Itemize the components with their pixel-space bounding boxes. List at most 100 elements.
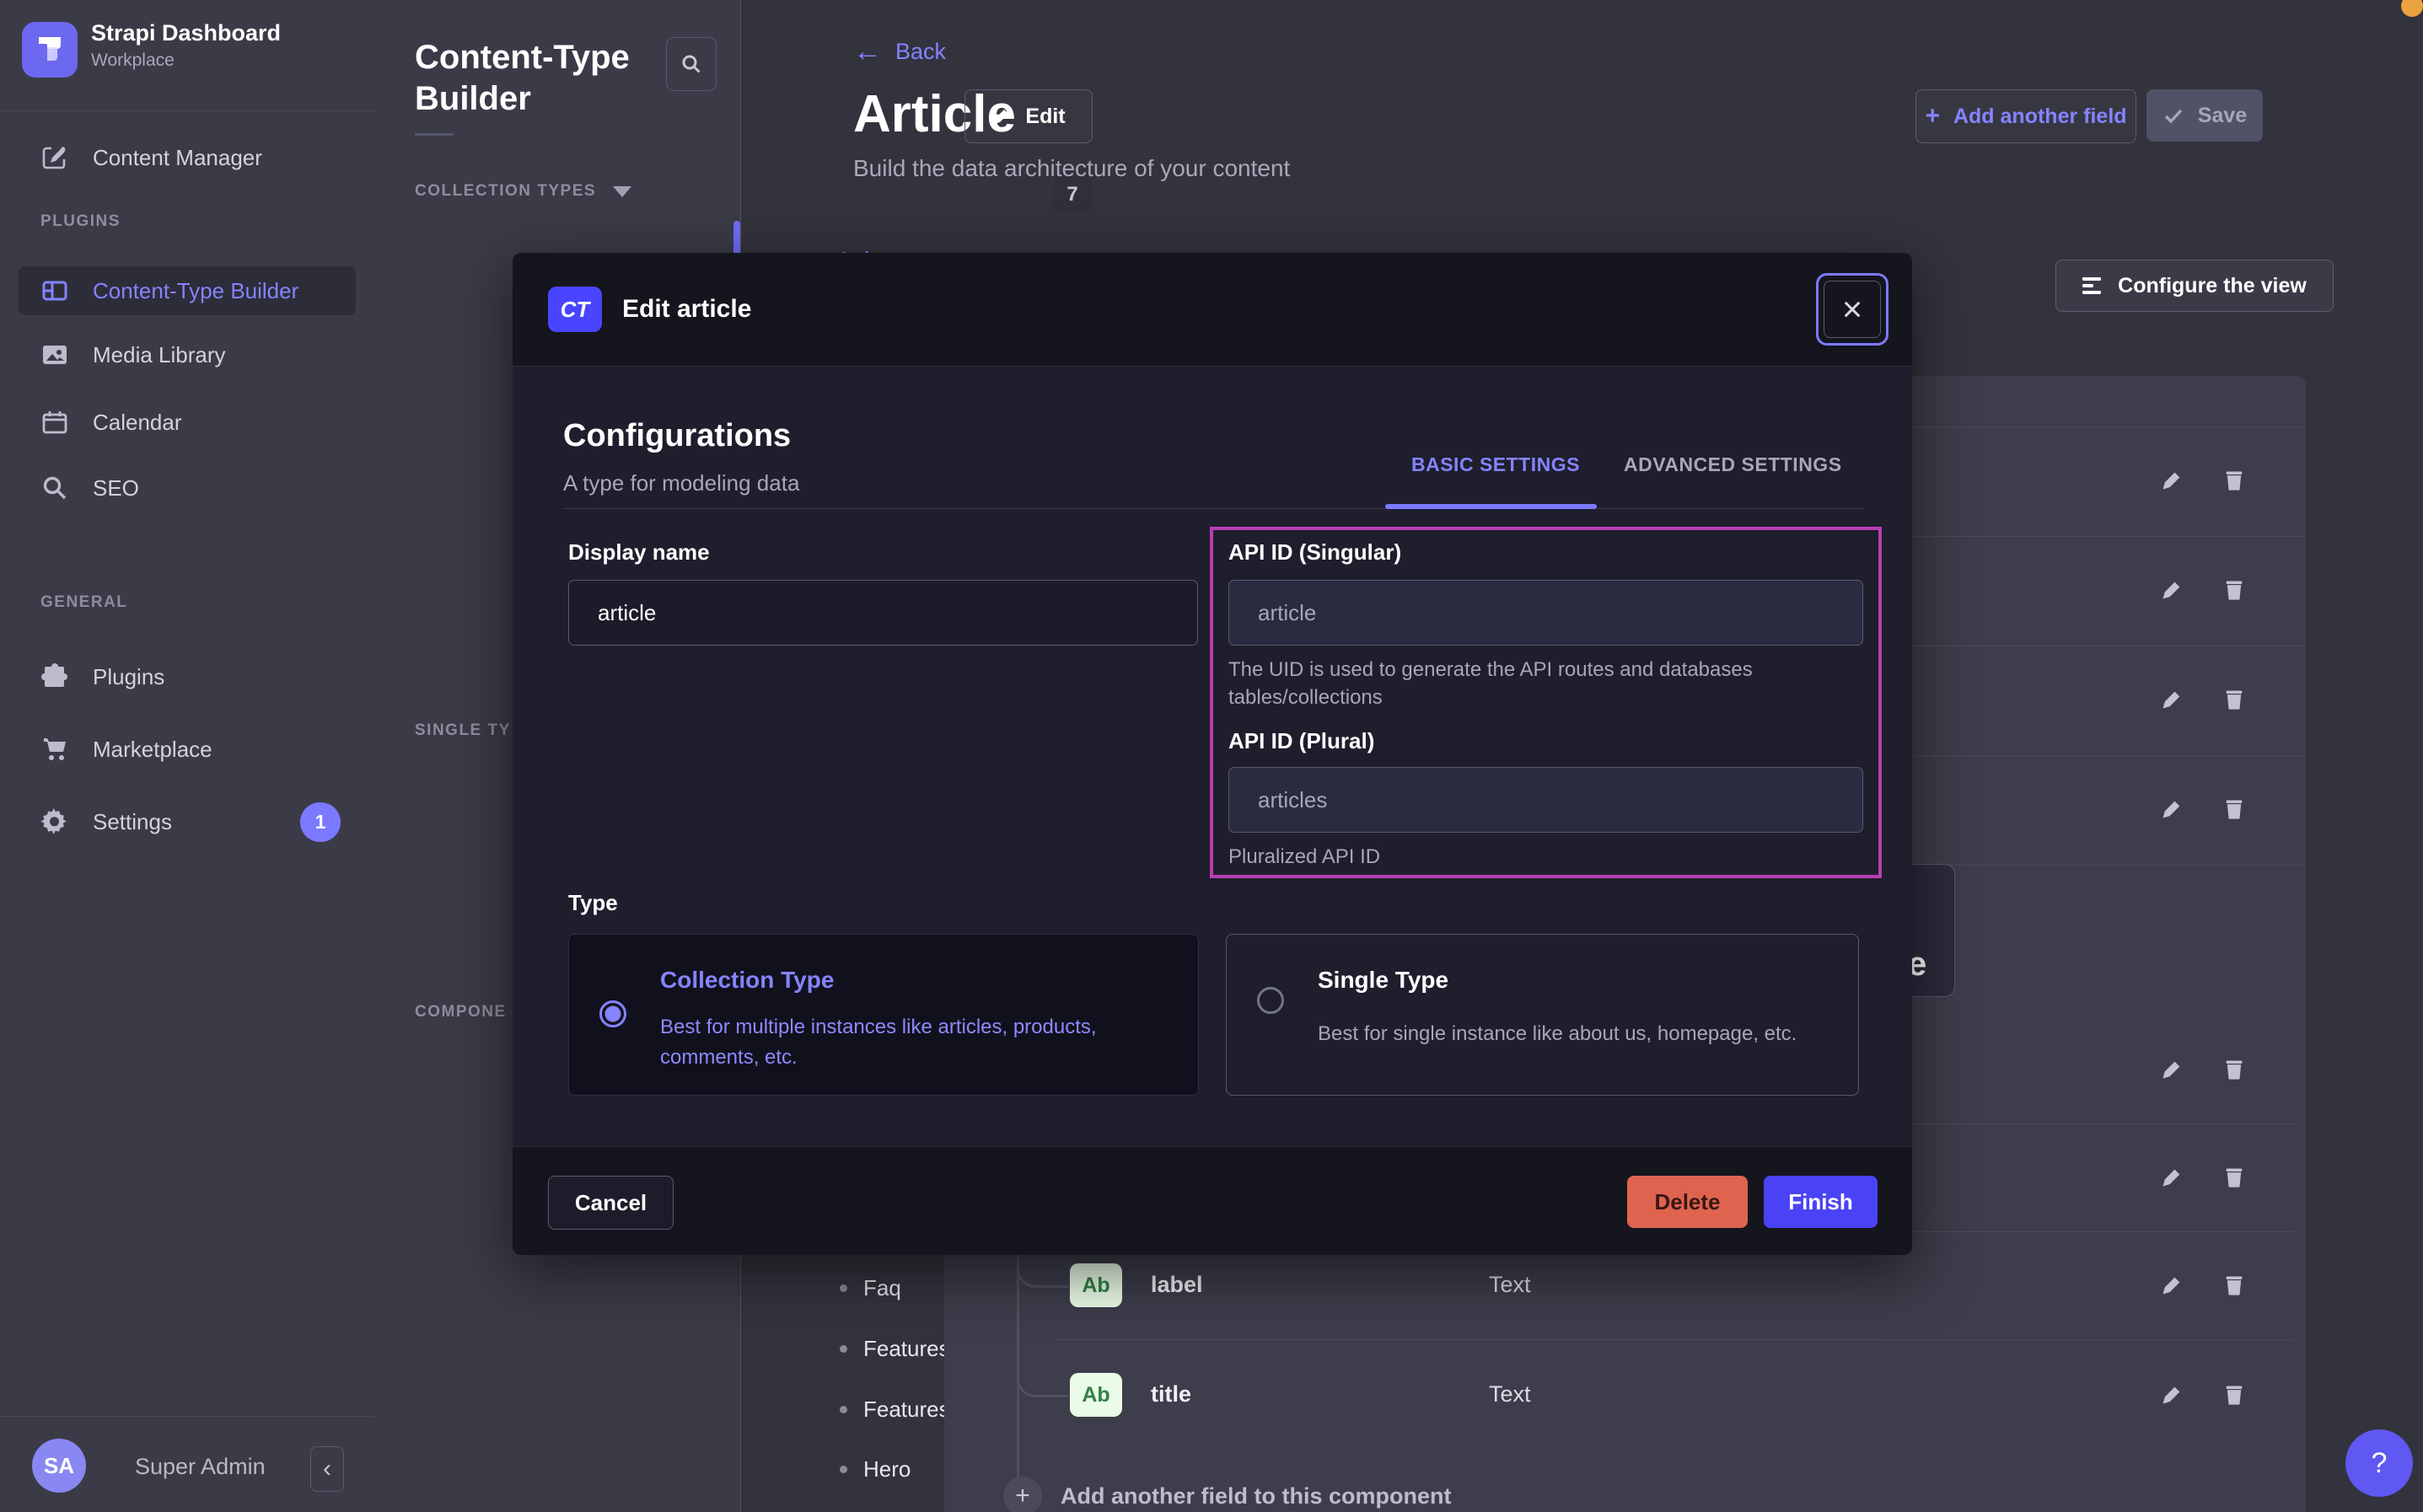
delete-field-button[interactable] <box>2222 1166 2246 1189</box>
gear-icon <box>40 807 69 836</box>
recording-indicator-dot <box>2401 0 2423 17</box>
search-button[interactable] <box>666 37 717 91</box>
collapse-sidebar-button[interactable]: ‹ <box>310 1446 344 1492</box>
collection-types-label: COLLECTION TYPES <box>415 182 596 201</box>
bullet-icon <box>840 1345 847 1353</box>
edit-field-button[interactable] <box>2160 469 2184 492</box>
component-label: Hero <box>863 1456 911 1483</box>
delete-field-button[interactable] <box>2222 1273 2246 1297</box>
sidebar-item-content-type-builder[interactable]: Content-Type Builder <box>19 266 356 315</box>
panel-scrollbar-thumb[interactable] <box>733 221 740 255</box>
modal-title: Edit article <box>622 295 751 324</box>
delete-field-button[interactable] <box>2222 578 2246 602</box>
api-id-singular-input[interactable]: article <box>1228 580 1863 646</box>
cancel-button[interactable]: Cancel <box>548 1176 674 1230</box>
configure-view-button[interactable]: Configure the view <box>2055 260 2334 312</box>
user-name: Super Admin <box>135 1454 266 1480</box>
strapi-dashboard: Strapi Dashboard Workplace Content Manag… <box>0 0 2423 1512</box>
bullet-icon <box>840 1406 847 1413</box>
settings-badge: 1 <box>300 802 341 842</box>
delete-button[interactable]: Delete <box>1627 1176 1748 1228</box>
check-icon <box>2162 105 2184 126</box>
calendar-icon <box>40 408 69 437</box>
media-library-icon <box>40 340 69 369</box>
components-heading: COMPONE <box>415 1003 507 1021</box>
delete-field-button[interactable] <box>2222 1058 2246 1081</box>
collection-type-card[interactable]: Collection Type Best for multiple instan… <box>568 934 1199 1096</box>
sidebar-item-plugins[interactable]: Plugins <box>40 652 344 701</box>
finish-button[interactable]: Finish <box>1764 1176 1878 1228</box>
field-type: Text <box>1489 1272 1531 1298</box>
divider <box>1052 1339 2293 1340</box>
delete-field-button[interactable] <box>2222 1383 2246 1407</box>
edit-field-button[interactable] <box>2160 688 2184 711</box>
delete-field-button[interactable] <box>2222 797 2246 821</box>
sidebar-item-media-library[interactable]: Media Library <box>40 330 344 379</box>
sidebar-item-label: Media Library <box>93 342 226 368</box>
delete-field-button[interactable] <box>2222 469 2246 492</box>
edit-field-button[interactable] <box>2160 1166 2184 1189</box>
delete-field-button[interactable] <box>2222 688 2246 711</box>
edit-field-button[interactable] <box>2160 1058 2184 1081</box>
row-actions <box>2160 578 2246 602</box>
modal-footer: Cancel Delete Finish <box>513 1146 1912 1255</box>
modal-header: CT Edit article × <box>513 253 1912 367</box>
row-actions <box>2160 688 2246 711</box>
configure-view-label: Configure the view <box>2118 274 2307 298</box>
divider <box>415 133 454 136</box>
field-type: Text <box>1489 1381 1531 1407</box>
row-actions <box>2160 797 2246 821</box>
edit-article-modal: CT Edit article × Configurations A type … <box>513 253 1912 1255</box>
edit-field-button[interactable] <box>2160 1273 2184 1297</box>
edit-field-button[interactable] <box>2160 578 2184 602</box>
save-button[interactable]: Save <box>2146 89 2263 142</box>
component-item[interactable]: Features <box>840 1332 950 1365</box>
sidebar-item-label: Calendar <box>93 410 182 436</box>
back-label: Back <box>895 39 946 65</box>
single-types-heading: SINGLE TY <box>415 721 511 740</box>
component-label: Features <box>863 1336 950 1362</box>
single-type-card[interactable]: Single Type Best for single instance lik… <box>1226 934 1859 1096</box>
close-icon: × <box>1842 289 1863 330</box>
tab-advanced-settings[interactable]: ADVANCED SETTINGS <box>1624 453 1842 476</box>
search-icon <box>40 474 69 502</box>
row-actions <box>2160 1166 2246 1189</box>
sidebar-item-label: Marketplace <box>93 737 212 763</box>
puzzle-icon <box>40 662 69 691</box>
component-item[interactable]: Hero <box>840 1452 911 1486</box>
sidebar-item-settings[interactable]: Settings <box>40 797 344 846</box>
radio-collection-type[interactable] <box>599 1000 626 1027</box>
back-link[interactable]: ← Back <box>853 37 946 66</box>
display-name-label: Display name <box>568 539 710 566</box>
collection-types-header[interactable]: COLLECTION TYPES <box>415 182 631 201</box>
edit-field-button[interactable] <box>2160 797 2184 821</box>
api-id-singular-value: article <box>1258 600 1316 626</box>
radio-single-type[interactable] <box>1257 987 1284 1014</box>
close-button[interactable]: × <box>1824 281 1881 338</box>
sidebar-item-seo[interactable]: SEO <box>40 464 344 512</box>
tab-basic-settings[interactable]: BASIC SETTINGS <box>1411 453 1580 476</box>
row-actions <box>2160 1273 2246 1297</box>
add-component-field-button[interactable]: + Add another field to this component <box>1003 1477 1451 1512</box>
api-id-plural-input[interactable]: articles <box>1228 767 1863 833</box>
field-name: title <box>1151 1381 1191 1407</box>
component-item[interactable]: Faq <box>840 1271 901 1305</box>
sidebar-item-marketplace[interactable]: Marketplace <box>40 725 344 774</box>
api-id-plural-help: Pluralized API ID <box>1228 843 1380 871</box>
content-manager-icon <box>40 143 69 172</box>
add-another-field-button[interactable]: + Add another field <box>1915 89 2136 143</box>
edit-field-button[interactable] <box>2160 1383 2184 1407</box>
sidebar-item-label: Content-Type Builder <box>93 278 298 304</box>
sidebar-item-content-manager[interactable]: Content Manager <box>40 133 344 182</box>
sidebar-item-label: Content Manager <box>93 145 262 171</box>
panel-title: Content-Type Builder <box>415 37 693 120</box>
display-name-input[interactable]: article <box>568 580 1198 646</box>
field-name: label <box>1151 1272 1203 1298</box>
strapi-logo <box>22 22 78 78</box>
divider <box>563 508 1863 509</box>
sidebar-item-calendar[interactable]: Calendar <box>40 398 344 447</box>
edit-button[interactable]: Edit <box>964 89 1093 143</box>
avatar[interactable]: SA <box>32 1439 86 1493</box>
help-button[interactable]: ? <box>2345 1429 2413 1497</box>
type-label: Type <box>568 890 618 916</box>
